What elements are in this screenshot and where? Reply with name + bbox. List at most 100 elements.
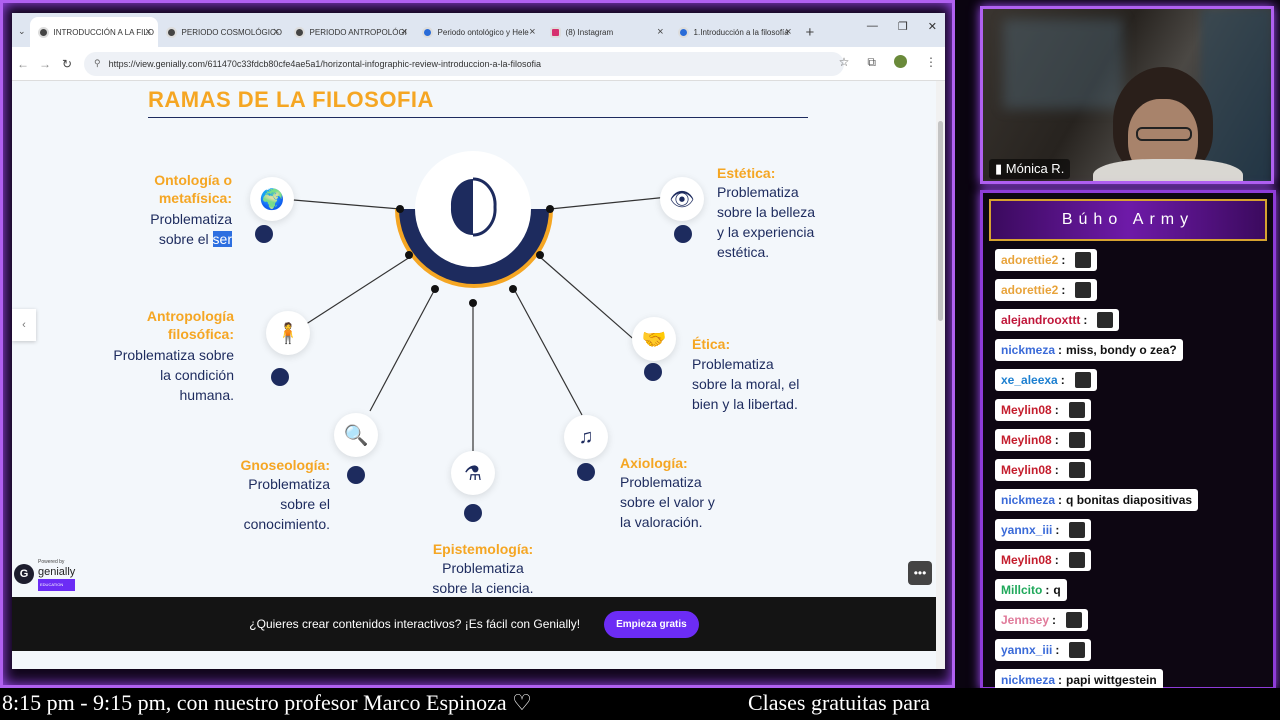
chat-username[interactable]: adorettie2 bbox=[1001, 283, 1058, 297]
tab-5[interactable]: (8) Instagram × bbox=[542, 17, 670, 47]
emote-icon bbox=[1068, 552, 1085, 568]
branch-dot[interactable] bbox=[255, 225, 273, 243]
new-tab-icon[interactable]: + bbox=[806, 24, 815, 41]
chat-username[interactable]: yannx_iii bbox=[1001, 523, 1052, 537]
slide-canvas: RAMAS DE LA FILOSOFIA 🌍 Ontología o meta… bbox=[12, 81, 936, 669]
chat-message: Millcito: q bbox=[995, 579, 1067, 601]
emote-icon bbox=[1069, 522, 1086, 538]
emote-icon bbox=[1066, 612, 1083, 628]
person-icon[interactable]: 🧍 bbox=[266, 311, 310, 355]
more-options-button[interactable]: ••• bbox=[908, 561, 932, 585]
signal-bars-icon: ▮ bbox=[995, 161, 1003, 176]
ellipsis-icon: ••• bbox=[913, 566, 927, 580]
close-tab-icon[interactable]: × bbox=[657, 26, 663, 38]
chat-username[interactable]: xe_aleexa bbox=[1001, 373, 1058, 387]
chat-username[interactable]: alejandrooxttt bbox=[1001, 313, 1080, 327]
eye-icon[interactable]: 👁 bbox=[660, 177, 704, 221]
branch-dot[interactable] bbox=[644, 363, 662, 381]
emote-icon bbox=[1068, 462, 1085, 478]
chat-message: Meylin08: bbox=[995, 549, 1091, 571]
tab-1[interactable]: INTRODUCCIÓN A LA FILO × bbox=[29, 17, 158, 47]
handshake-icon[interactable]: 🤝 bbox=[632, 317, 676, 361]
branch-dot[interactable] bbox=[674, 225, 692, 243]
branch-dot[interactable] bbox=[464, 504, 482, 522]
profile-avatar-icon[interactable] bbox=[894, 55, 907, 68]
chat-text: miss, bondy o zea? bbox=[1066, 343, 1177, 357]
flask-icon[interactable]: ⚗ bbox=[451, 451, 495, 495]
chat-message: yannx_iii: bbox=[995, 639, 1092, 661]
chat-username[interactable]: nickmeza bbox=[1001, 493, 1055, 507]
chat-title: Búho Army bbox=[989, 199, 1267, 241]
minimize-icon[interactable]: — bbox=[867, 20, 878, 33]
prev-slide-button[interactable]: ‹ bbox=[12, 309, 36, 341]
forward-icon[interactable]: → bbox=[34, 57, 56, 71]
chat-username[interactable]: Meylin08 bbox=[1001, 463, 1052, 477]
chat-message: adorettie2: bbox=[995, 249, 1098, 271]
chat-username[interactable]: yannx_iii bbox=[1001, 643, 1052, 657]
music-note-icon[interactable]: ♫ bbox=[564, 415, 608, 459]
branch-dot[interactable] bbox=[347, 466, 365, 484]
schedule-text: 8:15 pm - 9:15 pm, con nuestro profesor … bbox=[2, 690, 532, 715]
genially-favicon-icon bbox=[293, 26, 305, 38]
gnoseologia-title: Gnoseología: bbox=[240, 457, 330, 473]
chat-username[interactable]: adorettie2 bbox=[1001, 253, 1058, 267]
tab-search-icon[interactable]: ⌄ bbox=[18, 26, 26, 37]
chat-message: yannx_iii: bbox=[995, 519, 1092, 541]
scrollbar-thumb[interactable] bbox=[938, 121, 943, 321]
reload-icon[interactable]: ↻ bbox=[56, 57, 78, 71]
genially-logo[interactable]: G Powered by genially EDUCATION bbox=[14, 557, 76, 591]
genially-banner: ¿Quieres crear contenidos interactivos? … bbox=[12, 597, 936, 651]
tab-3[interactable]: PERIODO ANTROPOLÓGI × bbox=[286, 17, 414, 47]
tab-bar: ⌄ INTRODUCCIÓN A LA FILO × PERIODO COSMOL… bbox=[12, 13, 945, 47]
close-tab-icon[interactable]: × bbox=[401, 26, 407, 38]
bookmark-star-icon[interactable]: ☆ bbox=[839, 55, 850, 70]
magnifier-icon[interactable]: 🔍 bbox=[334, 413, 378, 457]
estetica-desc: Problematiza sobre la belleza y la experie… bbox=[717, 184, 816, 260]
chat-username[interactable]: Meylin08 bbox=[1001, 433, 1052, 447]
branch-dot[interactable] bbox=[271, 368, 289, 386]
tab-2[interactable]: PERIODO COSMOLÓGICO × bbox=[158, 17, 286, 47]
close-tab-icon[interactable]: × bbox=[529, 26, 535, 38]
maximize-icon[interactable]: ❐ bbox=[898, 20, 908, 33]
chat-username[interactable]: Jennsey bbox=[1001, 613, 1049, 627]
tab-6[interactable]: 1.Introducción a la filosofía × bbox=[670, 17, 798, 47]
emote-icon bbox=[1075, 282, 1092, 298]
emote-icon bbox=[1068, 432, 1085, 448]
chat-username[interactable]: Meylin08 bbox=[1001, 403, 1052, 417]
page-scrollbar[interactable] bbox=[936, 81, 945, 669]
chat-message: Meylin08: bbox=[995, 399, 1091, 421]
toolbar-icons: ☆ ⧉ ⋮ bbox=[839, 55, 937, 70]
close-window-icon[interactable]: ✕ bbox=[928, 20, 937, 33]
chat-username[interactable]: Meylin08 bbox=[1001, 553, 1052, 567]
extensions-icon[interactable]: ⧉ bbox=[867, 55, 876, 70]
chevron-left-icon: ‹ bbox=[22, 319, 26, 331]
close-tab-icon[interactable]: × bbox=[785, 26, 791, 38]
webcam-overlay: ▮ Mónica R. bbox=[980, 6, 1274, 184]
close-tab-icon[interactable]: × bbox=[273, 26, 279, 38]
chat-message: adorettie2: bbox=[995, 279, 1098, 301]
chat-message: Jennsey: bbox=[995, 609, 1089, 631]
url-field[interactable]: ⚲ https://view.genially.com/611470c33fdcb… bbox=[84, 51, 844, 76]
globe-icon[interactable]: 🌍 bbox=[250, 177, 294, 221]
address-bar-row: ← → ↻ ⚲ https://view.genially.com/611470c… bbox=[12, 47, 945, 81]
back-icon[interactable]: ← bbox=[12, 57, 34, 71]
ontologia-desc: Problematiza sobre el ser bbox=[150, 211, 232, 247]
chat-message: nickmeza: miss, bondy o zea? bbox=[995, 339, 1183, 361]
chat-panel: Búho Army adorettie2: adorettie2: alejandr… bbox=[980, 190, 1276, 691]
site-info-icon[interactable]: ⚲ bbox=[94, 58, 101, 69]
chat-username[interactable]: nickmeza bbox=[1001, 673, 1055, 687]
selected-text[interactable]: ser bbox=[212, 231, 232, 247]
close-tab-icon[interactable]: × bbox=[145, 26, 151, 38]
browser-window: ⌄ INTRODUCCIÓN A LA FILO × PERIODO COSMOL… bbox=[12, 13, 945, 669]
chat-text: q bbox=[1053, 583, 1061, 597]
chat-username[interactable]: Millcito bbox=[1001, 583, 1042, 597]
epistemologia-desc: Problematiza sobre la ciencia. bbox=[432, 560, 534, 596]
chat-username[interactable]: nickmeza bbox=[1001, 343, 1055, 357]
tab-4[interactable]: Periodo ontológico y Hele × bbox=[414, 17, 542, 47]
axiologia-desc: Problematiza sobre el valor y la valoració… bbox=[620, 474, 715, 530]
bottom-ticker: 8:15 pm - 9:15 pm, con nuestro profesor … bbox=[0, 688, 1280, 720]
menu-dots-icon[interactable]: ⋮ bbox=[925, 55, 937, 70]
start-free-button[interactable]: Empieza gratis bbox=[604, 610, 699, 638]
branch-dot[interactable] bbox=[577, 463, 595, 481]
window-controls: — ❐ ✕ bbox=[867, 20, 937, 33]
